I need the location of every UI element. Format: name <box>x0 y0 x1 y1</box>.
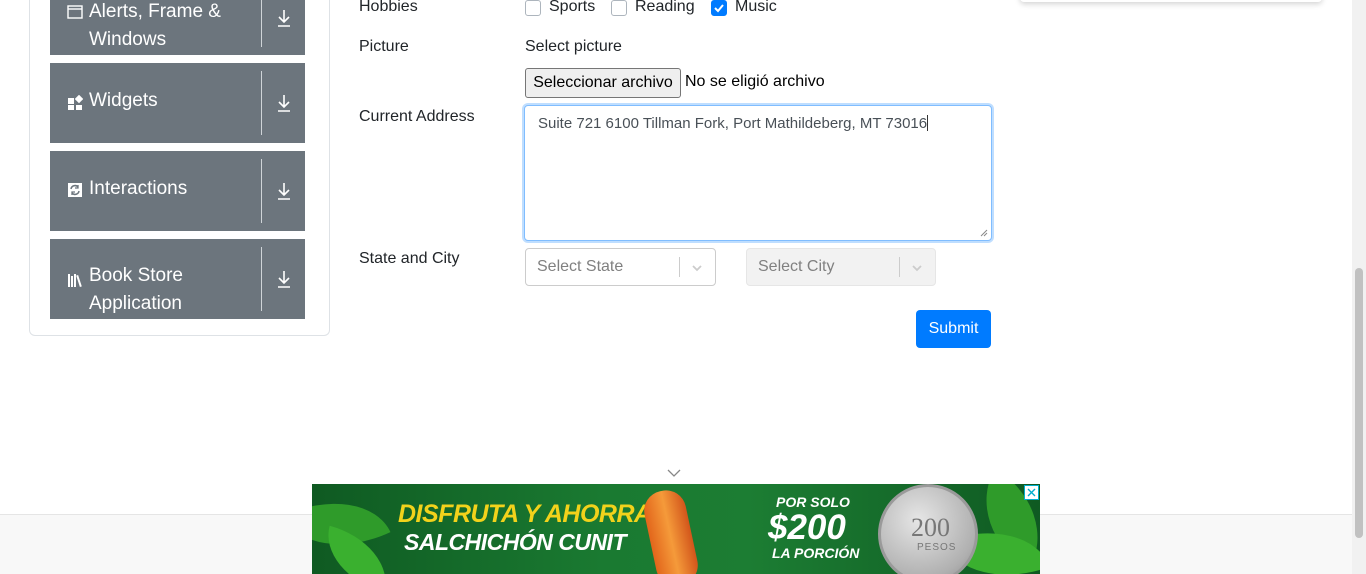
address-text: Suite 721 6100 Tillman Fork, Port Mathil… <box>538 115 928 132</box>
hobbies-label: Hobbies <box>359 0 418 15</box>
picture-hint: Select picture <box>525 38 622 55</box>
nav-group-label: Interactions <box>89 178 188 199</box>
resize-handle-icon[interactable] <box>980 229 988 237</box>
chevron-down-icon[interactable] <box>667 468 681 478</box>
window-icon <box>67 4 83 20</box>
ad-price-suffix: LA PORCIÓN <box>772 545 860 561</box>
music-checkbox[interactable] <box>711 0 727 16</box>
expand-button[interactable] <box>262 0 305 55</box>
ad-headline: DISFRUTA Y AHORRA <box>398 500 652 528</box>
widgets-icon <box>67 95 83 111</box>
divider <box>899 257 900 277</box>
close-icon <box>1027 488 1036 497</box>
choose-file-button[interactable]: Seleccionar archivo <box>525 68 681 98</box>
ad-close-button[interactable] <box>1024 485 1039 500</box>
state-placeholder: Select State <box>537 258 624 275</box>
coin-value: 200 <box>911 513 950 542</box>
scrollbar[interactable] <box>1352 0 1366 574</box>
nav-group-interactions[interactable]: Interactions <box>50 151 305 231</box>
picture-label: Picture <box>359 38 409 55</box>
ad-banner[interactable]: DISFRUTA Y AHORRA SALCHICHÓN CUNIT POR S… <box>312 484 1040 574</box>
download-arrow-icon <box>277 9 290 27</box>
chevron-down-icon[interactable] <box>688 259 706 277</box>
file-status-text: No se eligió archivo <box>685 73 825 90</box>
nav-group-alerts[interactable]: Alerts, Frame & Windows <box>50 0 305 55</box>
state-city-label: State and City <box>359 250 460 267</box>
page: Alerts, Frame & Windows Widgets Interact… <box>0 0 1366 574</box>
nav-group-label: Widgets <box>89 90 158 111</box>
sports-label[interactable]: Sports <box>549 0 595 16</box>
download-arrow-icon <box>277 95 290 112</box>
nav-group-label: Book Store <box>89 265 183 286</box>
ad-subheadline: SALCHICHÓN CUNIT <box>404 529 627 555</box>
expand-button[interactable] <box>262 151 305 231</box>
current-address-textarea[interactable]: Suite 721 6100 Tillman Fork, Port Mathil… <box>524 105 992 241</box>
download-arrow-icon <box>277 271 290 288</box>
reading-checkbox[interactable] <box>611 0 627 16</box>
nav-group-label: Application <box>89 293 182 314</box>
product-image <box>640 486 702 574</box>
checkmark-icon <box>714 4 724 13</box>
sports-checkbox[interactable] <box>525 0 541 16</box>
ad-price: $200 <box>768 508 846 547</box>
divider <box>679 257 680 277</box>
reading-label[interactable]: Reading <box>635 0 695 16</box>
nav-group-book-store[interactable]: Book Store Application <box>50 239 305 319</box>
chevron-down-icon[interactable] <box>908 259 926 277</box>
nav-group-widgets[interactable]: Widgets <box>50 63 305 143</box>
nav-group-label: Windows <box>89 29 167 50</box>
interactions-icon <box>67 182 83 198</box>
music-label[interactable]: Music <box>735 0 777 16</box>
download-arrow-icon <box>277 183 290 200</box>
coin-text: PESOS <box>917 542 957 553</box>
submit-button[interactable]: Submit <box>916 310 991 348</box>
expand-button[interactable] <box>262 239 305 319</box>
coin-image: 200 PESOS <box>878 484 978 574</box>
expand-button[interactable] <box>262 63 305 143</box>
right-card-edge <box>1020 0 1322 2</box>
scrollbar-thumb[interactable] <box>1355 268 1363 538</box>
state-select[interactable]: Select State <box>525 248 716 286</box>
books-icon <box>67 272 85 288</box>
current-address-label: Current Address <box>359 108 475 125</box>
text-cursor <box>927 115 929 131</box>
city-select[interactable]: Select City <box>746 248 936 286</box>
city-placeholder: Select City <box>758 258 835 275</box>
nav-group-label: Alerts, Frame & <box>89 1 221 22</box>
